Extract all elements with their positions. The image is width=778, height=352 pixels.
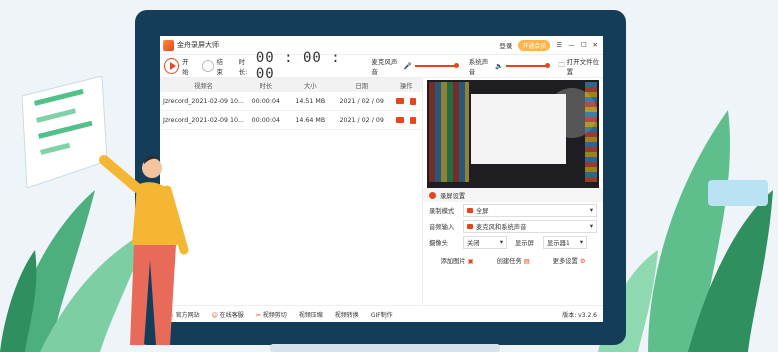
duration-label: 时长: [238,58,248,76]
mic-label: 麦克风声音 [371,58,398,76]
system-sound-label: 系统声音 [468,58,489,76]
app-window: 金舟录屏大师 登录 开通会员 ☰ — ☐ ✕ 开始 结束 时长: 00 : 00… [160,36,603,322]
more-settings-button[interactable]: 更多设置 ⚙ [553,256,586,265]
video-cut-link[interactable]: ✂ 视频剪切 [256,310,287,319]
camera-value: 关闭 [467,239,480,247]
gear-icon: ⚙ [579,258,586,265]
screen-preview [427,80,599,188]
record-settings-panel: 录屏设置 录制模式 全屏 ▾ 音频输入 麦克风和系统声音 ▾ 摄像头 关闭 ▾ 显示屏… [423,188,603,306]
image-icon: ▣ [467,258,474,265]
create-task-label: 创建任务 [496,258,522,265]
record-stop-icon[interactable] [202,60,214,72]
display-value: 显示器1 [547,239,570,247]
scissors-icon: ✂ [255,311,261,319]
chevron-down-icon: ▾ [589,222,593,230]
speaker-icon[interactable]: 🔈 [495,62,503,70]
app-title: 金舟录屏大师 [177,41,219,49]
row-date: 2021 / 02 / 09 [339,116,384,124]
more-settings-label: 更多设置 [552,258,578,265]
delete-icon[interactable] [410,97,417,105]
delete-icon[interactable] [410,116,417,124]
table-header: 视频名 时长 大小 日期 操作 [160,78,422,92]
mode-label: 录制模式 [429,207,455,215]
camera-select[interactable]: 关闭 ▾ [463,235,507,249]
display-label: 显示屏 [515,239,534,247]
row-name: Jzrecord_2021-02-09 10... [163,116,245,124]
stop-label[interactable]: 结束 [217,56,229,76]
settings-gear-icon [429,191,436,199]
col-size: 大小 [304,82,317,90]
settings-title: 录屏设置 [440,192,466,200]
mic-volume-slider[interactable] [414,63,459,68]
record-toolbar: 开始 结束 时长: 00 : 00 : 00 麦克风声音 🎤 系统声音 🔈 🗀 … [160,50,603,82]
minimize-icon[interactable]: — [568,41,575,49]
display-select[interactable]: 显示器1 ▾ [543,235,587,249]
open-folder-icon[interactable] [396,116,405,123]
login-link[interactable]: 登录 [499,40,512,50]
col-name: 视频名 [194,82,213,90]
vip-button[interactable]: 开通会员 [518,39,551,51]
open-folder-button[interactable]: 打开文件位置 [567,56,603,76]
preview-desktop-icons [429,82,469,182]
open-folder-icon[interactable] [396,97,405,104]
app-logo-icon [163,39,174,51]
row-size: 14.64 MB [295,116,326,124]
preview-right-icons [585,82,597,182]
title-bar: 金舟录屏大师 登录 开通会员 ☰ — ☐ ✕ [160,36,603,55]
table-row[interactable]: Jzrecord_2021-02-09 10... 00:00:04 14.51… [160,92,422,111]
gif-link[interactable]: GIF制作 [371,310,393,319]
chevron-down-icon: ▾ [589,206,593,214]
row-duration: 00:00:04 [251,116,280,124]
video-compress-link[interactable]: 视频压缩 [299,310,323,319]
col-duration: 时长 [259,82,273,90]
camera-label: 摄像头 [429,239,448,247]
add-image-label: 添加图片 [440,258,466,265]
table-row[interactable]: Jzrecord_2021-02-09 10... 00:00:04 14.64… [160,111,422,130]
system-volume-slider[interactable] [506,63,551,68]
record-start-icon[interactable] [164,58,180,74]
row-duration: 00:00:04 [251,97,280,105]
folder-open-icon[interactable]: 🗀 [558,61,565,72]
audio-select[interactable]: 麦克风和系统声音 ▾ [463,219,597,233]
mic-icon[interactable]: 🎤 [404,62,412,70]
create-task-button[interactable]: 创建任务 ▤ [497,256,530,265]
support-link[interactable]: ☺ 在线客服 [212,310,244,319]
task-icon: ▤ [523,258,530,265]
audio-icon [467,223,473,229]
video-convert-link[interactable]: 视频转换 [335,310,359,319]
start-label[interactable]: 开始 [182,56,194,76]
support-icon: ☺ [211,311,218,319]
chevron-down-icon: ▾ [579,238,583,246]
menu-icon[interactable]: ☰ [556,41,562,49]
maximize-icon[interactable]: ☐ [581,41,587,49]
add-image-button[interactable]: 添加图片 ▣ [440,256,473,265]
col-actions: 操作 [399,82,413,90]
monitor-icon [467,207,473,213]
footer-bar: ▭ 官方网站 ☺ 在线客服 ✂ 视频剪切 视频压缩 视频转换 GIF制作 版本:… [160,305,603,322]
support-label: 在线客服 [219,311,244,319]
audio-label: 音频输入 [429,223,455,231]
video-cut-label: 视频剪切 [262,311,287,319]
row-size: 14.51 MB [295,97,326,105]
row-name: Jzrecord_2021-02-09 10... [163,97,245,105]
audio-value: 麦克风和系统声音 [476,223,527,231]
mode-select[interactable]: 全屏 ▾ [463,203,597,217]
chevron-down-icon: ▾ [499,238,503,246]
row-date: 2021 / 02 / 09 [339,97,384,105]
monitor-stand [270,344,500,352]
person-illustration [99,155,189,345]
mode-value: 全屏 [476,207,489,215]
preview-window [471,94,566,164]
col-date: 日期 [355,82,368,90]
version-label: 版本: v3.2.6 [562,311,597,319]
recording-list: 视频名 时长 大小 日期 操作 Jzrecord_2021-02-09 10..… [160,78,423,306]
close-icon[interactable]: ✕ [593,41,598,49]
